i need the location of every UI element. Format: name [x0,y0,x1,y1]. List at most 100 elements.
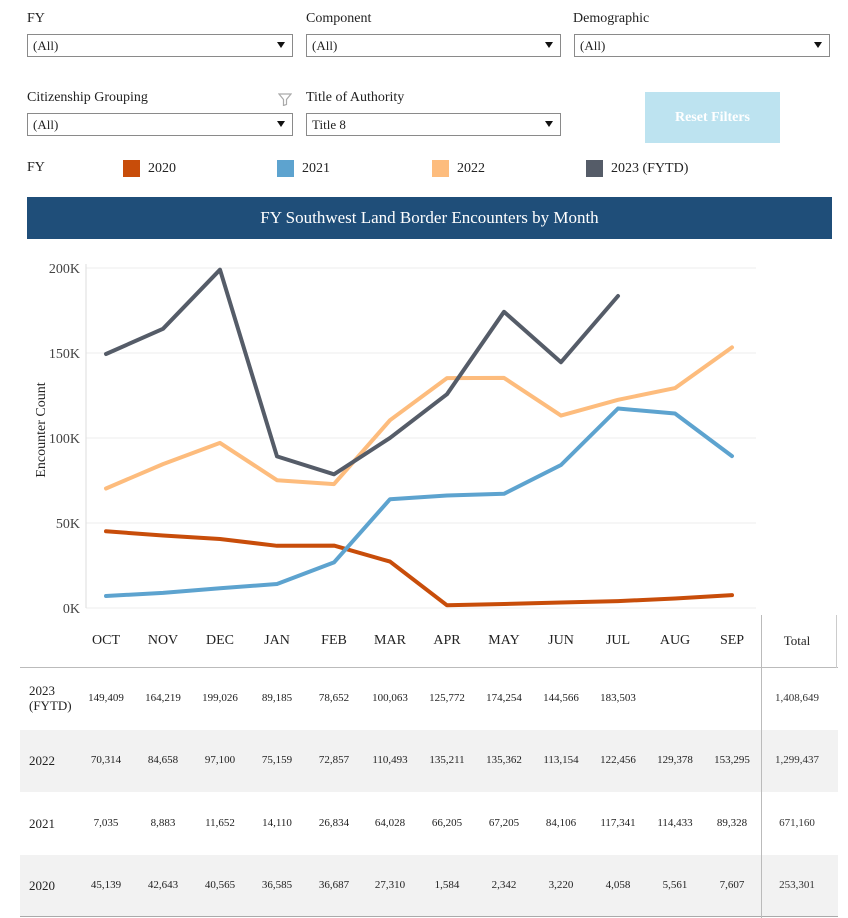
row-label: 2022 [29,753,55,768]
legend-label: 2022 [457,160,485,176]
table-cell: 72,857 [318,754,350,766]
y-tick-label: 200K [49,262,80,277]
table-cell: 129,378 [657,754,693,766]
table-cell: 671,160 [779,817,815,829]
table-cell: 97,100 [204,754,236,766]
table-cell: 7,607 [719,879,745,891]
fy-filter-dropdown[interactable]: (All) [27,34,293,57]
y-axis-label: Encounter Count [34,382,49,477]
table-cell: 253,301 [779,879,815,891]
row-label-group: 2023 (FYTD) [29,683,72,713]
series-line-2021[interactable] [104,406,734,598]
chart-title: FY Southwest Land Border Encounters by M… [27,197,832,239]
table-cell: 36,687 [318,879,350,891]
table-cell: 84,658 [147,754,179,766]
table-cell: 199,026 [202,692,238,704]
legend-item-2020[interactable]: 2020 [123,160,176,177]
row-label: 2020 [29,878,55,893]
component-filter-dropdown[interactable]: (All) [306,34,561,57]
legend-title: FY [27,160,45,175]
table-cell: 1,408,649 [775,692,819,704]
legend-swatch [432,160,449,177]
column-header: JUN [548,633,574,648]
y-tick-label: 0K [63,602,80,615]
table-cell: 36,585 [261,879,293,891]
chevron-down-icon [277,42,285,48]
table-cell: 27,310 [374,879,406,891]
row-label: 2023 [29,683,55,698]
table-header-row: OCT NOV DEC JAN FEB MAR APR MAY JUN JUL AUG SEP Tota… [20,615,838,668]
table-cell: 64,028 [374,817,406,829]
demographic-filter-label: Demographic [573,11,650,26]
component-filter-value: (All) [312,38,338,53]
column-header: Total [783,633,811,648]
column-header: SEP [719,633,745,648]
table-cell: 84,106 [545,817,577,829]
filter-funnel-icon[interactable] [278,93,292,106]
citizenship-filter-value: (All) [33,117,59,132]
column-header: DEC [206,633,234,648]
table-cell: 174,254 [486,692,522,704]
column-header: MAY [488,633,520,648]
legend-swatch [277,160,294,177]
table-cell: 42,643 [147,879,179,891]
citizenship-filter-dropdown[interactable]: (All) [27,113,293,136]
y-tick-label: 150K [49,347,80,362]
row-label-group: 2022 [29,753,55,768]
demographic-filter-value: (All) [580,38,606,53]
table-cell: 144,566 [543,692,579,704]
series-line-2023-fytd-[interactable] [104,267,620,477]
authority-filter-dropdown[interactable]: Title 8 [306,113,561,136]
table-cell: 153,295 [714,754,750,766]
legend-item-2023[interactable]: 2023 (FYTD) [586,160,688,177]
table-cell: 2,342 [491,879,517,891]
column-header: NOV [147,633,179,648]
table-cell: 125,772 [429,692,465,704]
table-cell: 89,185 [261,692,293,704]
table-cell: 3,220 [548,879,574,891]
table-row: 2022 70,314 84,658 97,100 75,159 72,857 110,49… [20,730,838,792]
authority-filter-value: Title 8 [312,117,346,132]
table-cell: 135,211 [429,754,465,766]
table-cell: 40,565 [204,879,236,891]
series-line-2020[interactable] [104,529,734,608]
table-cell: 78,652 [318,692,350,704]
table-cell: 183,503 [600,692,636,704]
component-filter-label: Component [306,11,372,26]
chevron-down-icon [545,42,553,48]
table-cell: 4,058 [605,879,631,891]
row-label: (FYTD) [29,698,72,713]
reset-filters-button[interactable]: Reset Filters [645,92,780,143]
table-cell: 67,205 [488,817,520,829]
column-header: FEB [321,633,347,648]
legend-item-2022[interactable]: 2022 [432,160,485,177]
column-header: OCT [92,633,120,648]
table-cell: 26,834 [318,817,350,829]
legend-swatch [586,160,603,177]
demographic-filter-dropdown[interactable]: (All) [574,34,830,57]
table-cell: 75,159 [261,754,293,766]
column-header: MAR [374,633,406,648]
table-cell: 11,652 [205,817,235,829]
table-row: 2023 (FYTD) 149,409 164,219 199,026 89,185 78,… [20,668,838,730]
table-cell: 7,035 [93,817,119,829]
table-cell: 8,883 [150,817,176,829]
table-cell: 14,110 [262,817,292,829]
table-cell: 5,561 [662,879,688,891]
table-cell: 135,362 [486,754,522,766]
table-cell: 100,063 [372,692,408,704]
table-cell: 164,219 [145,692,181,704]
legend-swatch [123,160,140,177]
legend-label: 2020 [148,160,176,176]
authority-filter-label: Title of Authority [306,90,405,105]
table-row: 2020 45,139 42,643 40,565 36,585 36,687 27,310… [20,855,838,917]
legend-label: 2021 [302,160,330,176]
row-label-group: 2020 [29,878,55,893]
fy-filter-label: FY [27,11,45,26]
row-label-group: 2021 [29,816,55,831]
legend-item-2021[interactable]: 2021 [277,160,330,177]
table-cell: 1,584 [434,879,460,891]
table-cell: 110,493 [372,754,408,766]
y-tick-label: 50K [56,517,80,532]
chevron-down-icon [545,121,553,127]
